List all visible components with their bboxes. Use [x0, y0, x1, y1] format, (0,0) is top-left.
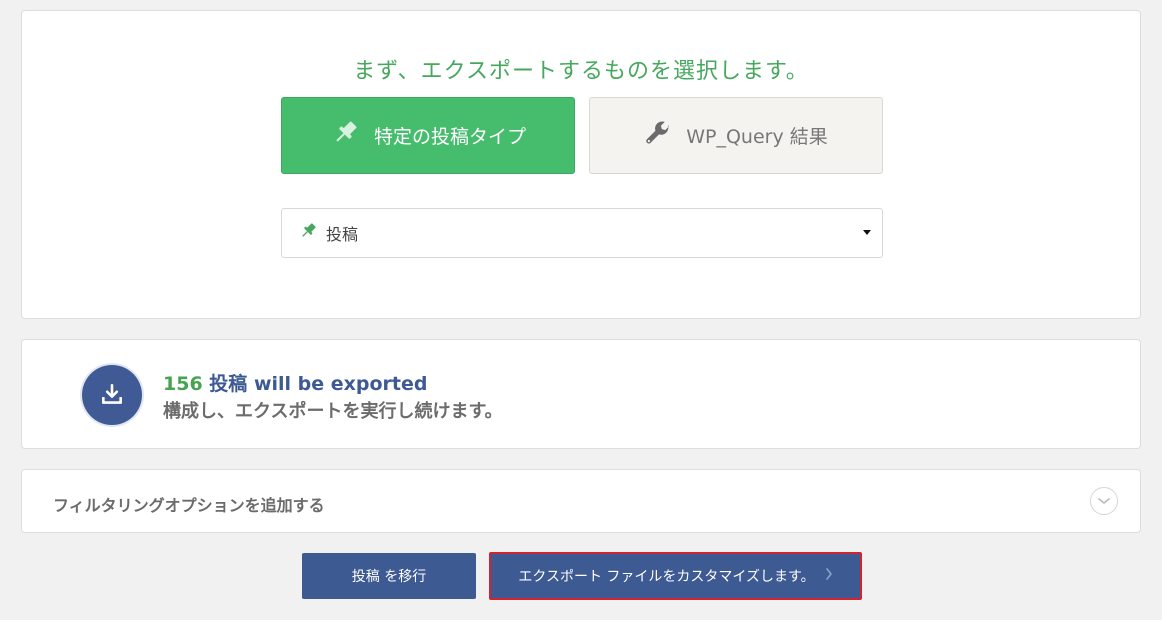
chevron-right-icon — [825, 567, 833, 585]
filtering-options-panel[interactable]: フィルタリングオプションを追加する — [21, 469, 1141, 533]
specific-post-type-label: 特定の投稿タイプ — [373, 126, 526, 148]
download-icon — [82, 365, 142, 425]
caret-down-icon — [863, 230, 871, 235]
export-type-panel: まず、エクスポートするものを選択します。 特定の投稿タイプ WP_Query 結… — [21, 10, 1141, 319]
filtering-options-label: フィルタリングオプションを追加する — [53, 496, 325, 515]
export-count: 156 — [163, 373, 203, 395]
migrate-posts-button[interactable]: 投稿 を移行 — [302, 553, 476, 599]
export-type-label: 投稿 — [209, 373, 248, 395]
pushpin-icon — [298, 221, 318, 245]
wrench-icon — [644, 119, 686, 152]
pushpin-icon — [330, 118, 374, 153]
post-type-select[interactable]: 投稿 — [281, 208, 883, 258]
migrate-posts-label: 投稿 を移行 — [351, 569, 427, 585]
export-count-line: 156 投稿 will be exported — [163, 369, 427, 396]
select-heading: まず、エクスポートするものを選択します。 — [353, 59, 809, 84]
post-type-select-value: 投稿 — [326, 225, 359, 244]
wp-query-results-label: WP_Query 結果 — [686, 126, 828, 148]
export-subtext: 構成し、エクスポートを実行し続けます。 — [163, 401, 503, 422]
specific-post-type-button[interactable]: 特定の投稿タイプ — [281, 97, 575, 174]
chevron-down-icon[interactable] — [1090, 487, 1118, 515]
wp-query-results-button[interactable]: WP_Query 結果 — [589, 97, 883, 174]
export-exported-text: will be exported — [253, 373, 428, 395]
customize-export-file-label: エクスポート ファイルをカスタマイズします。 — [518, 569, 815, 585]
export-summary-panel: 156 投稿 will be exported 構成し、エクスポートを実行し続け… — [21, 339, 1141, 449]
customize-export-file-button[interactable]: エクスポート ファイルをカスタマイズします。 — [489, 552, 862, 600]
